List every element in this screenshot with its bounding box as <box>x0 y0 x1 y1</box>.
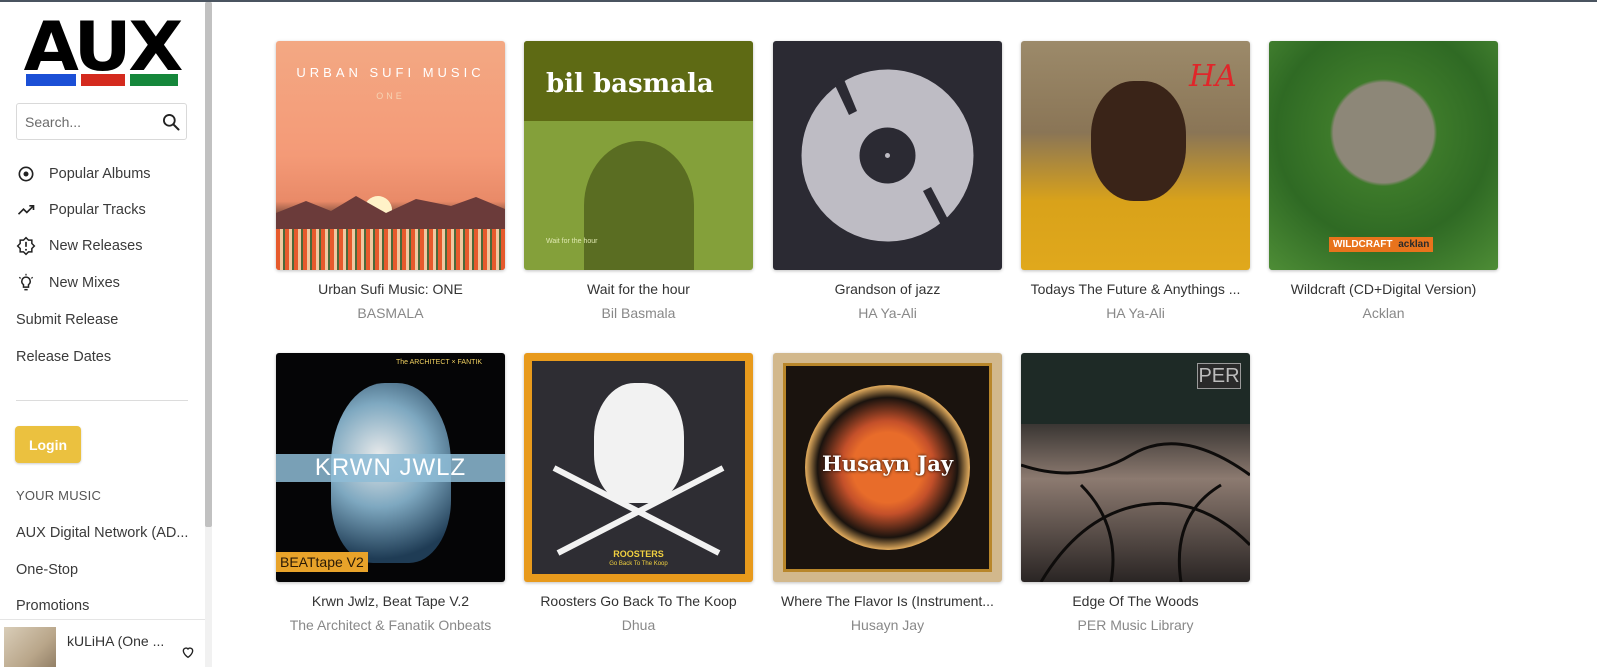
heart-icon[interactable] <box>180 644 196 660</box>
branches-shape <box>1021 442 1250 582</box>
now-playing-title[interactable]: kULiHA (One ... <box>67 633 164 649</box>
your-music-aux-digital-network[interactable]: AUX Digital Network (AD... <box>16 521 188 545</box>
logo-stripe-red <box>81 74 125 86</box>
album-art-text: bil basmala <box>546 69 714 99</box>
nav-new-mixes[interactable]: New Mixes <box>16 271 120 295</box>
nav-label: New Mixes <box>49 275 120 291</box>
album-art-text: URBAN SUFI MUSIC <box>296 65 485 80</box>
album-artwork[interactable]: bil basmala Wait for the hour <box>524 41 753 270</box>
album-art-top-text: The ARCHITECT × FANTIK <box>396 359 483 366</box>
nav-label: Popular Tracks <box>49 202 146 218</box>
album-art-subtext: Wait for the hour <box>546 238 598 245</box>
flower-field <box>276 229 505 270</box>
portrait-shape <box>584 141 694 270</box>
album-artist[interactable]: Husayn Jay <box>773 617 1002 633</box>
vinyl-record-icon <box>801 69 974 242</box>
album-title[interactable]: Urban Sufi Music: ONE <box>276 281 505 297</box>
nav-label: Promotions <box>16 598 90 614</box>
album-art-text: WILDCRAFT <box>1333 239 1393 250</box>
album-artwork[interactable]: The ARCHITECT × FANTIK KRWN JWLZ BEATtap… <box>276 353 505 582</box>
sidebar-scroll-thumb[interactable] <box>205 2 212 527</box>
album-art-text: Husayn Jay <box>821 451 954 476</box>
portrait-shape <box>1091 81 1186 201</box>
album-title[interactable]: Wildcraft (CD+Digital Version) <box>1269 281 1498 297</box>
nav-popular-albums[interactable]: Popular Albums <box>16 162 151 186</box>
your-music-one-stop[interactable]: One-Stop <box>16 558 78 582</box>
logo-stripe-green <box>130 74 178 86</box>
album-artist[interactable]: BASMALA <box>276 305 505 321</box>
album-art-text: KRWN JWLZ <box>276 454 505 482</box>
nav-submit-release[interactable]: Submit Release <box>16 308 118 332</box>
your-music-heading: YOUR MUSIC <box>16 488 102 503</box>
album-artwork[interactable]: ROOSTERS Go Back To The Koop <box>524 353 753 582</box>
search-box <box>16 103 187 140</box>
page-scrollbar[interactable] <box>1584 2 1597 667</box>
logo-stripe-blue <box>26 74 76 86</box>
now-playing-artwork[interactable] <box>4 627 56 667</box>
album-art-subtext: acklan <box>1398 239 1430 250</box>
album-title[interactable]: Todays The Future & Anythings ... <box>1021 281 1250 297</box>
album-artwork[interactable]: Husayn Jay <box>773 353 1002 582</box>
album-artist[interactable]: Bil Basmala <box>524 305 753 321</box>
album-artwork[interactable]: URBAN SUFI MUSIC ONE <box>276 41 505 270</box>
new-releases-icon <box>16 236 36 256</box>
album-art-subtext: Go Back To The Koop <box>609 561 668 567</box>
album-artist[interactable]: Dhua <box>524 617 753 633</box>
album-artist[interactable]: PER Music Library <box>1021 617 1250 633</box>
wildcraft-label: WILDCRAFT acklan <box>1329 237 1434 252</box>
sidebar: AUX Popular Albums Popular Tracks New R <box>0 2 212 667</box>
nav-label: AUX Digital Network (AD... <box>16 525 189 541</box>
search-icon[interactable] <box>161 112 181 132</box>
nav-label: One-Stop <box>16 562 79 578</box>
crossed-swords-icon <box>552 465 725 556</box>
now-playing-bar: kULiHA (One ... <box>0 619 205 667</box>
trending-icon <box>17 205 35 215</box>
album-title[interactable]: Roosters Go Back To The Koop <box>524 593 753 609</box>
nav-label: Submit Release <box>16 312 119 328</box>
album-title[interactable]: Krwn Jwlz, Beat Tape V.2 <box>276 593 505 609</box>
your-music-promotions[interactable]: Promotions <box>16 594 89 618</box>
album-art-subtext: BEATtape V2 <box>276 552 368 572</box>
album-artist[interactable]: HA Ya-Ali <box>1021 305 1250 321</box>
album-artwork[interactable]: HA <box>1021 41 1250 270</box>
album-artist[interactable]: HA Ya-Ali <box>773 305 1002 321</box>
login-button[interactable]: Login <box>15 426 81 463</box>
album-title[interactable]: Where The Flavor Is (Instrument... <box>773 593 1002 609</box>
album-title[interactable]: Edge Of The Woods <box>1021 593 1250 609</box>
disc-icon <box>18 166 34 182</box>
album-title[interactable]: Grandson of jazz <box>773 281 1002 297</box>
top-border <box>0 0 1597 2</box>
nav-popular-tracks[interactable]: Popular Tracks <box>16 198 146 222</box>
album-title[interactable]: Wait for the hour <box>524 281 753 297</box>
lightbulb-icon <box>18 273 34 291</box>
sidebar-divider <box>16 400 188 401</box>
nav-release-dates[interactable]: Release Dates <box>16 345 111 369</box>
nav-new-releases[interactable]: New Releases <box>16 234 143 258</box>
sidebar-scrollbar[interactable] <box>205 2 212 667</box>
album-artist[interactable]: The Architect & Fanatik Onbeats <box>276 617 505 633</box>
album-artwork[interactable]: PER <box>1021 353 1250 582</box>
album-art-text: PER <box>1197 363 1241 389</box>
nav-label: New Releases <box>49 238 143 254</box>
mountains-shape <box>276 196 505 231</box>
search-input[interactable] <box>25 113 155 131</box>
album-artwork[interactable] <box>773 41 1002 270</box>
aux-logo[interactable]: AUX <box>24 8 184 92</box>
album-artist[interactable]: Acklan <box>1269 305 1498 321</box>
album-art-text: HA <box>1189 59 1237 94</box>
album-artwork[interactable]: WILDCRAFT acklan <box>1269 41 1498 270</box>
album-art-text: ROOSTERS <box>613 549 664 559</box>
nav-label: Release Dates <box>16 349 112 365</box>
album-art-subtext: ONE <box>376 91 405 101</box>
nav-label: Popular Albums <box>49 166 151 182</box>
